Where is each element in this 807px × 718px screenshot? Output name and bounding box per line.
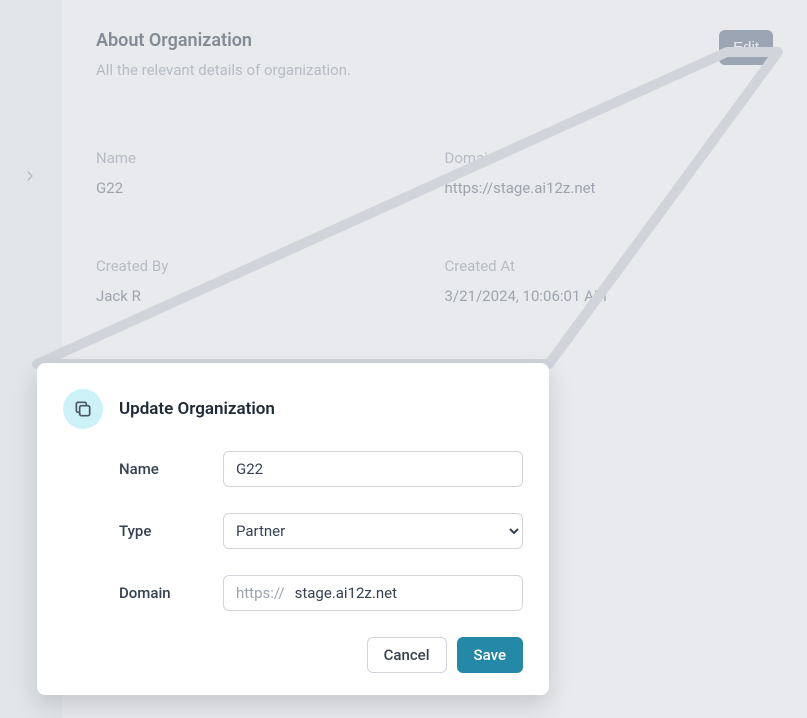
form-row-domain: Domain https:// [119,575,523,611]
modal-title: Update Organization [119,399,275,419]
type-label: Type [119,522,223,540]
domain-input[interactable] [295,576,522,610]
name-label: Name [119,460,223,478]
modal-form: Name Type Partner Domain https:// [63,451,523,611]
name-input[interactable] [223,451,523,487]
domain-label: Domain [119,584,223,602]
domain-prefix: https:// [224,576,295,610]
form-row-name: Name [119,451,523,487]
type-select[interactable]: Partner [223,513,523,549]
update-organization-modal: Update Organization Name Type Partner Do… [37,363,549,695]
modal-header: Update Organization [63,389,523,429]
save-button[interactable]: Save [457,637,523,673]
modal-actions: Cancel Save [63,637,523,673]
form-row-type: Type Partner [119,513,523,549]
domain-input-group: https:// [223,575,523,611]
cancel-button[interactable]: Cancel [367,637,447,673]
copy-icon [63,389,103,429]
